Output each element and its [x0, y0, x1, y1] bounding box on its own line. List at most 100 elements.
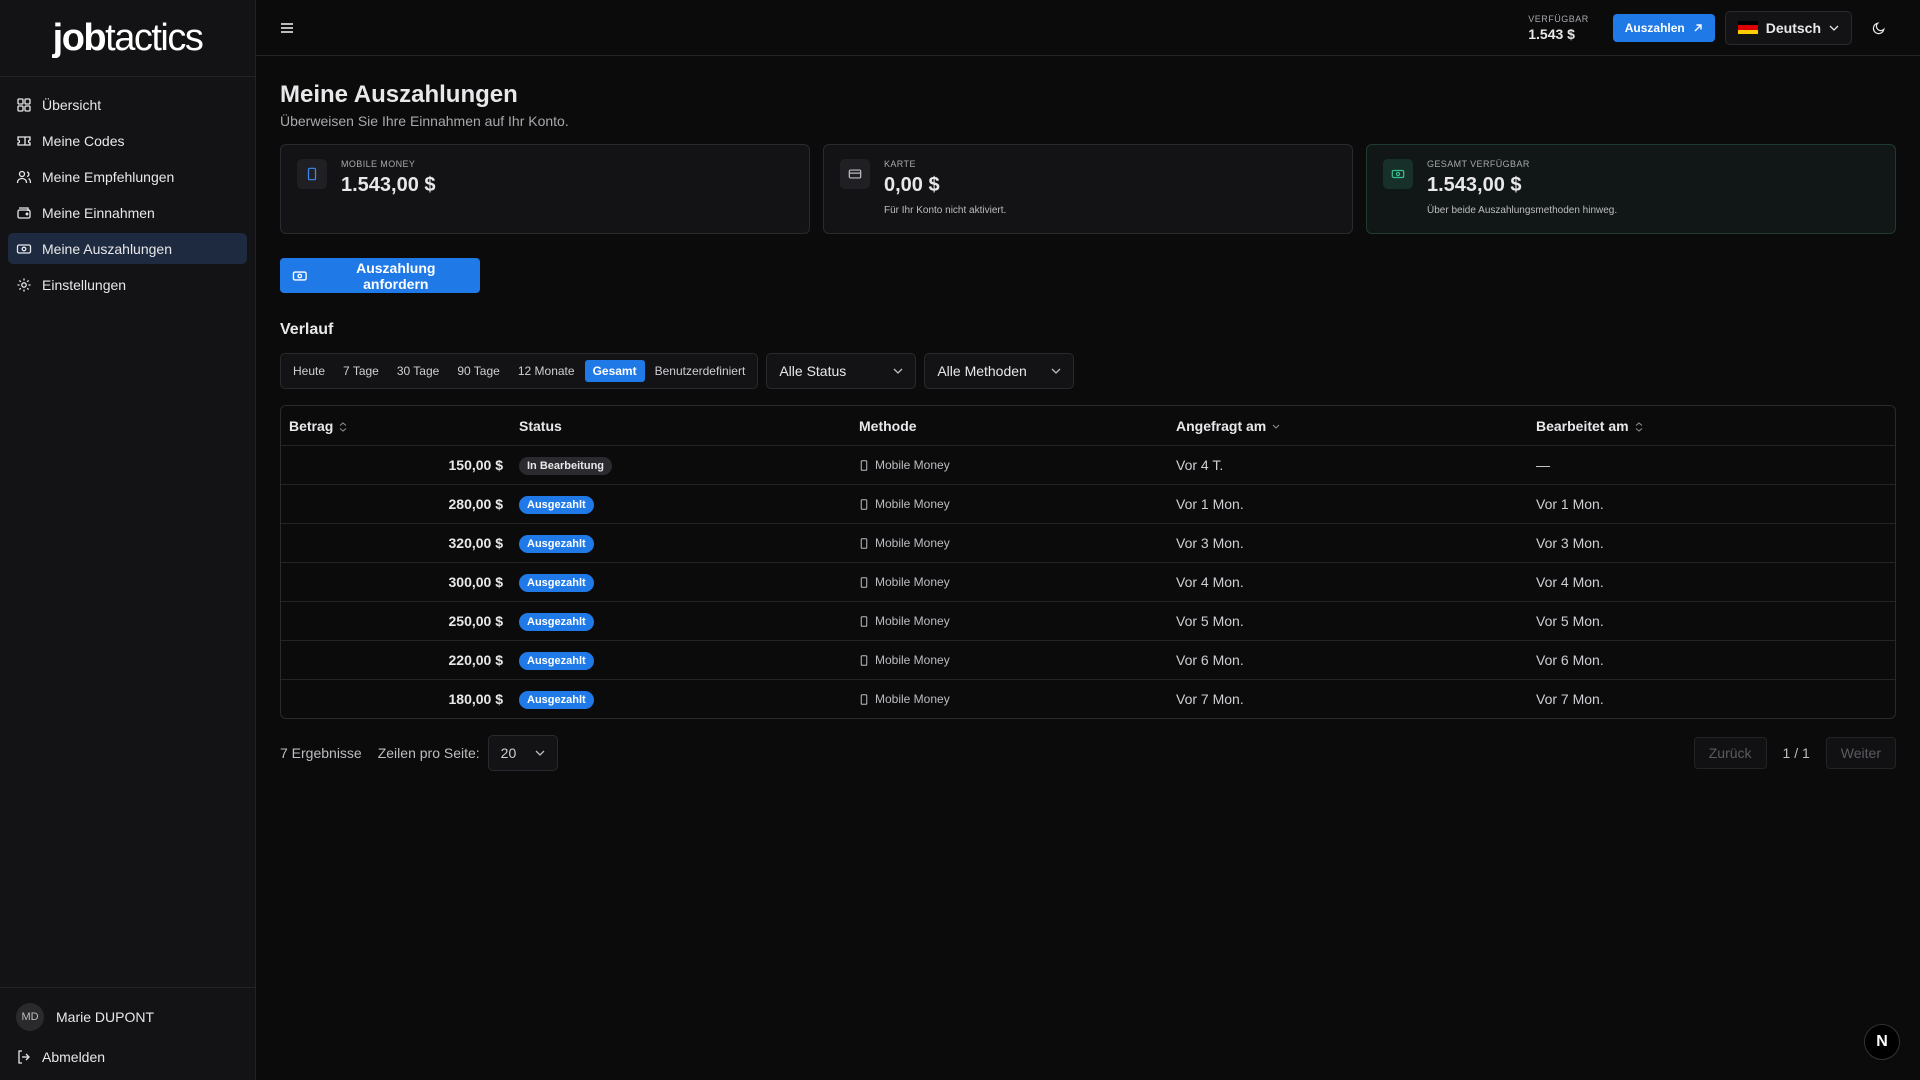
row-processed: —: [1536, 457, 1550, 473]
withdraw-button[interactable]: Auszahlen: [1612, 13, 1715, 42]
row-method: Mobile Money: [859, 614, 1160, 628]
table-row[interactable]: 150,00 $ In Bearbeitung Mobile Money Vor 4 …: [281, 445, 1895, 484]
sidebar-item-payouts[interactable]: Meine Auszahlungen: [8, 233, 247, 264]
logo-bold-text: job: [52, 16, 107, 59]
table-row[interactable]: 250,00 $ Ausgezahlt Mobile Money Vor 5 Mon.…: [281, 601, 1895, 640]
users-icon: [16, 170, 32, 183]
sidebar-item-referrals[interactable]: Meine Empfehlungen: [8, 161, 247, 192]
page-subtitle: Überweisen Sie Ihre Einnahmen auf Ihr Ko…: [280, 113, 569, 129]
table-row[interactable]: 220,00 $ Ausgezahlt Mobile Money Vor 6 Mon.…: [281, 640, 1895, 679]
column-amount-label: Betrag: [289, 417, 334, 434]
history-filters: Heute 7 Tage 30 Tage 90 Tage 12 Monate G…: [280, 353, 1896, 389]
smartphone-icon: [860, 459, 868, 471]
sidebar-item-overview[interactable]: Übersicht: [8, 89, 247, 120]
logo-light-text: tactics: [105, 16, 204, 59]
range-custom[interactable]: Benutzerdefiniert: [647, 360, 754, 382]
card-label: GESAMT VERFÜGBAR: [1427, 159, 1530, 169]
row-requested: Vor 3 Mon.: [1176, 535, 1244, 551]
row-method-cell: Mobile Money: [851, 497, 1168, 511]
row-method-cell: Mobile Money: [851, 614, 1168, 628]
row-amount: 150,00 $: [448, 457, 504, 473]
total-available-card: GESAMT VERFÜGBAR 1.543,00 $ Über beide A…: [1366, 144, 1896, 234]
prev-page-button[interactable]: Zurück: [1693, 737, 1767, 769]
history-title: Verlauf: [280, 321, 334, 338]
row-requested: Vor 4 Mon.: [1176, 574, 1244, 590]
row-method: Mobile Money: [859, 497, 1160, 511]
row-status-cell: Ausgezahlt: [511, 534, 851, 553]
status-filter-select[interactable]: Alle Status: [766, 353, 917, 389]
card-payment-card: KARTE 0,00 $ Für Ihr Konto nicht aktivie…: [823, 144, 1353, 234]
row-requested: Vor 7 Mon.: [1176, 691, 1244, 707]
sidebar-item-label: Meine Einnahmen: [42, 204, 155, 221]
column-status: Status: [519, 417, 562, 434]
wallet-icon: [17, 206, 31, 219]
smartphone-icon: [860, 654, 868, 666]
user-name: Marie DUPONT: [56, 1009, 155, 1025]
credit-card-icon: [840, 159, 870, 189]
range-90-days[interactable]: 90 Tage: [449, 360, 508, 382]
ticket-icon: [17, 135, 31, 146]
range-today[interactable]: Heute: [285, 360, 333, 382]
sidebar-item-codes[interactable]: Meine Codes: [8, 125, 247, 156]
withdraw-label: Auszahlen: [1624, 20, 1685, 35]
method-filter-value: Alle Methoden: [937, 363, 1027, 379]
row-amount: 300,00 $: [448, 574, 504, 590]
row-method-label: Mobile Money: [875, 497, 950, 511]
card-value: 1.543,00 $: [1427, 174, 1522, 196]
chevron-down-icon: [893, 368, 903, 374]
table-row[interactable]: 180,00 $ Ausgezahlt Mobile Money Vor 7 Mon.…: [281, 679, 1895, 718]
column-requested[interactable]: Angefragt am: [1168, 418, 1528, 434]
logout-button[interactable]: Abmelden: [16, 1040, 240, 1074]
row-method-label: Mobile Money: [875, 692, 950, 706]
status-filter-value: Alle Status: [779, 363, 847, 379]
table-row[interactable]: 280,00 $ Ausgezahlt Mobile Money Vor 1 Mon.…: [281, 484, 1895, 523]
chevron-down-icon: [535, 750, 545, 756]
row-processed: Vor 4 Mon.: [1536, 574, 1604, 590]
table-row[interactable]: 320,00 $ Ausgezahlt Mobile Money Vor 3 Mon.…: [281, 523, 1895, 562]
column-amount[interactable]: Betrag: [281, 418, 511, 434]
range-total[interactable]: Gesamt: [584, 360, 645, 382]
range-7-days[interactable]: 7 Tage: [335, 360, 387, 382]
rows-per-page: Zeilen pro Seite: 20: [378, 735, 558, 771]
language-select[interactable]: Deutsch: [1724, 10, 1852, 45]
chevron-down-icon: [1051, 368, 1061, 374]
method-filter-select[interactable]: Alle Methoden: [924, 353, 1075, 389]
row-method-label: Mobile Money: [875, 458, 950, 472]
card-note: Über beide Auszahlungsmethoden hinweg.: [1427, 205, 1618, 216]
row-requested: Vor 1 Mon.: [1176, 496, 1244, 512]
logo[interactable]: job tactics: [0, 0, 255, 77]
german-flag-icon: [1737, 21, 1758, 34]
sidebar-item-label: Meine Auszahlungen: [42, 240, 172, 257]
smartphone-icon: [860, 693, 868, 705]
row-method-cell: Mobile Money: [851, 536, 1168, 550]
row-amount: 320,00 $: [448, 535, 504, 551]
status-badge: Ausgezahlt: [519, 651, 594, 670]
range-30-days[interactable]: 30 Tage: [389, 360, 448, 382]
row-status-cell: In Bearbeitung: [511, 456, 851, 475]
row-status-cell: Ausgezahlt: [511, 690, 851, 709]
page-title: Meine Auszahlungen: [280, 81, 518, 108]
sort-desc-icon: [1272, 424, 1280, 429]
smartphone-icon: [860, 498, 868, 510]
row-amount: 250,00 $: [448, 613, 504, 629]
row-processed: Vor 7 Mon.: [1536, 691, 1604, 707]
row-method: Mobile Money: [859, 653, 1160, 667]
menu-toggle-button[interactable]: [280, 18, 300, 38]
table-row[interactable]: 300,00 $ Ausgezahlt Mobile Money Vor 4 Mon.…: [281, 562, 1895, 601]
banknote-icon: [16, 243, 32, 254]
request-payout-button[interactable]: Auszahlung anfordern: [280, 258, 480, 293]
row-status-cell: Ausgezahlt: [511, 495, 851, 514]
sidebar-nav: Übersicht Meine Codes Meine Empfehlungen…: [0, 77, 255, 317]
sidebar-item-label: Einstellungen: [42, 276, 127, 293]
next-page-button[interactable]: Weiter: [1825, 737, 1896, 769]
sidebar-item-settings[interactable]: Einstellungen: [8, 269, 247, 300]
column-processed[interactable]: Bearbeitet am: [1528, 418, 1895, 434]
rows-per-page-select[interactable]: 20: [487, 735, 558, 771]
range-12-months[interactable]: 12 Monate: [510, 360, 583, 382]
sidebar-item-earnings[interactable]: Meine Einnahmen: [8, 197, 247, 228]
user-profile[interactable]: MD Marie DUPONT: [16, 1000, 240, 1034]
theme-toggle-button[interactable]: [1862, 11, 1896, 45]
logout-icon: [18, 1050, 30, 1064]
row-amount: 280,00 $: [448, 496, 504, 512]
corner-badge[interactable]: N: [1864, 1024, 1900, 1060]
